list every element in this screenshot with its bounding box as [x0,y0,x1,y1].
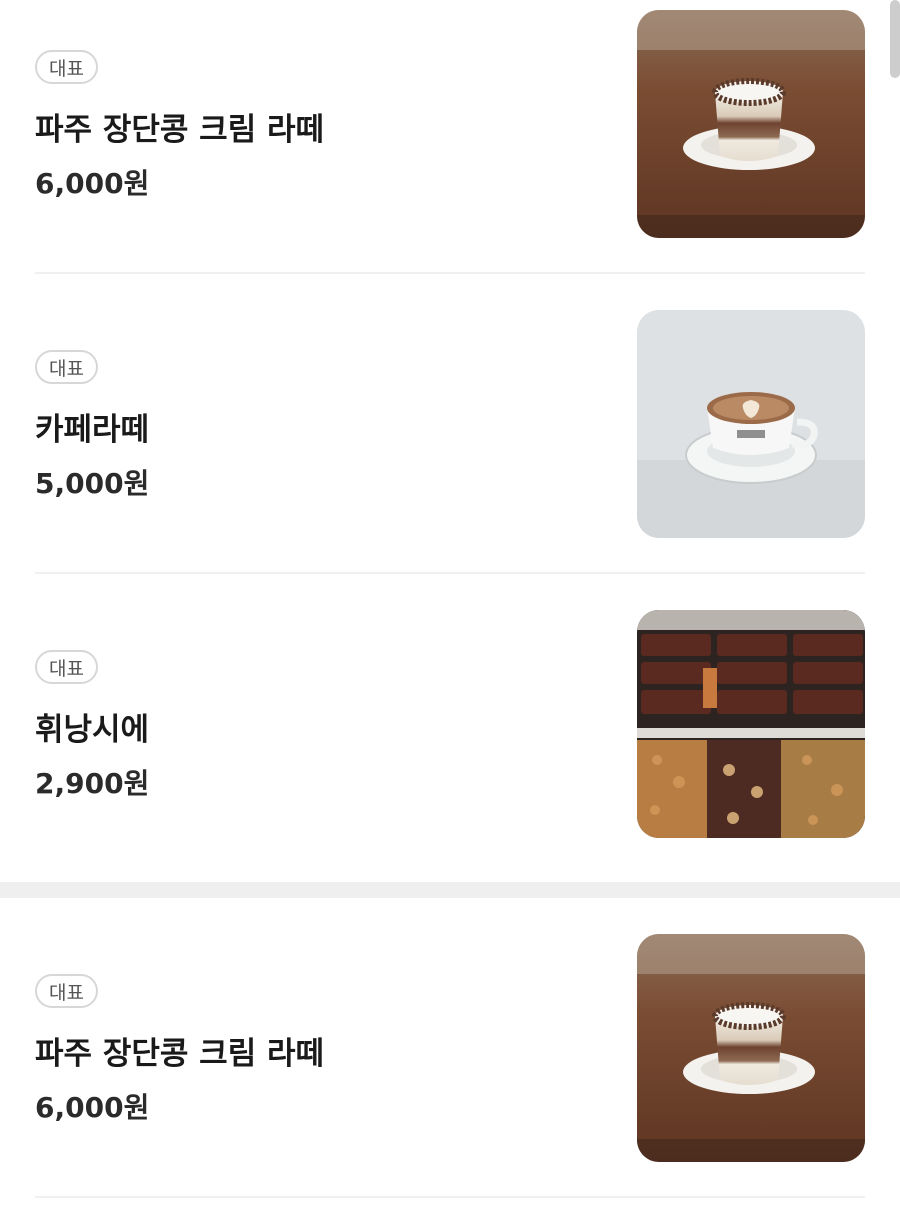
cafe-latte-photo[interactable] [637,310,865,538]
menu-item[interactable]: 대표 파주 장단콩 크림 라떼 6,000원 [0,924,900,1224]
representative-badge: 대표 [35,650,98,684]
representative-badge: 대표 [35,350,98,384]
item-divider [35,272,865,274]
menu-item-name: 파주 장단콩 크림 라떼 [35,112,325,148]
menu-item-price: 6,000원 [35,167,150,200]
menu-item[interactable]: 대표 파주 장단콩 크림 라떼 6,000원 [0,0,900,300]
representative-badge: 대표 [35,974,98,1008]
menu-item-name: 휘낭시에 [35,712,150,748]
item-divider [35,1196,865,1198]
menu-item-price: 5,000원 [35,467,150,500]
item-divider [35,572,865,574]
menu-item[interactable]: 대표 휘낭시에 2,900원 [0,600,900,900]
menu-item-name: 파주 장단콩 크림 라떼 [35,1036,325,1072]
menu-item-price: 2,900원 [35,767,150,800]
menu-item-name: 카페라떼 [35,412,150,448]
menu-item-price: 6,000원 [35,1091,150,1124]
menu-item[interactable]: 대표 카페라떼 5,000원 [0,300,900,600]
financier-photo[interactable] [637,610,865,838]
cream-latte-photo[interactable] [637,10,865,238]
section-divider [0,882,900,898]
representative-badge: 대표 [35,50,98,84]
cream-latte-photo[interactable] [637,934,865,1162]
